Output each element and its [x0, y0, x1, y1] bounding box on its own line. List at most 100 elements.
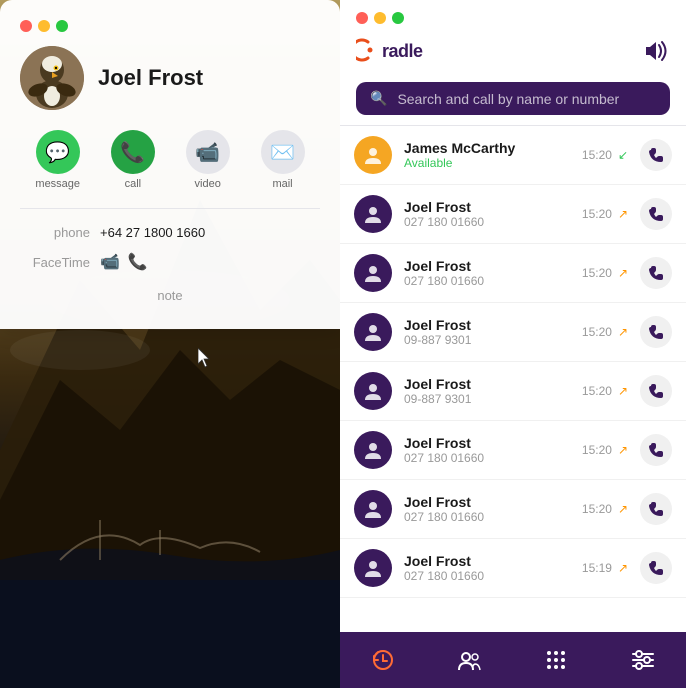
call-label: call [125, 178, 142, 190]
right-maximize-button[interactable] [392, 12, 404, 24]
call-list-item[interactable]: Joel Frost 027 180 01660 15:20 ↗ [340, 421, 686, 480]
call-direction-icon: ↗ [618, 266, 628, 280]
caller-sub: 027 180 01660 [404, 451, 570, 465]
call-action-button[interactable] [640, 552, 672, 584]
call-action-button[interactable] [640, 493, 672, 525]
phone-value[interactable]: +64 27 1800 1660 [100, 225, 205, 240]
call-time: 15:20 [582, 502, 612, 516]
volume-icon[interactable] [642, 40, 670, 67]
caller-sub: 09-887 9301 [404, 392, 570, 406]
maximize-button[interactable] [56, 20, 68, 32]
call-time: 15:20 [582, 443, 612, 457]
call-action-button[interactable] [640, 434, 672, 466]
mail-label: mail [272, 178, 292, 190]
nav-dialpad[interactable] [534, 638, 578, 682]
contact-header: Joel Frost [20, 46, 320, 110]
call-meta: 15:20 ↗ [582, 384, 628, 398]
close-button[interactable] [20, 20, 32, 32]
facetime-video-icon[interactable]: 📹 [100, 252, 120, 272]
search-icon: 🔍 [370, 90, 387, 107]
caller-sub: 027 180 01660 [404, 510, 570, 524]
left-panel: Joel Frost 💬 message 📞 call 📹 video ✉️ m… [0, 0, 340, 688]
call-list-item[interactable]: Joel Frost 027 180 01660 15:20 ↗ [340, 244, 686, 303]
message-button[interactable]: 💬 message [35, 130, 80, 190]
call-info: Joel Frost 027 180 01660 [404, 494, 570, 524]
call-list-item[interactable]: Joel Frost 027 180 01660 15:19 ↗ [340, 539, 686, 598]
mail-button[interactable]: ✉️ mail [261, 130, 305, 190]
call-time: 15:20 [582, 384, 612, 398]
call-meta: 15:20 ↗ [582, 207, 628, 221]
call-button[interactable]: 📞 call [111, 130, 155, 190]
call-direction-icon: ↗ [618, 207, 628, 221]
call-direction-icon: ↗ [618, 325, 628, 339]
call-meta: 15:19 ↗ [582, 561, 628, 575]
video-button[interactable]: 📹 video [186, 130, 230, 190]
call-list-item[interactable]: Joel Frost 09-887 9301 15:20 ↗ [340, 362, 686, 421]
list-avatar [354, 136, 392, 174]
caller-sub: Available [404, 156, 570, 170]
contact-card: Joel Frost 💬 message 📞 call 📹 video ✉️ m… [0, 0, 340, 329]
right-window-controls [356, 12, 670, 24]
call-list: James McCarthy Available 15:20 ↙ Joel Fr… [340, 126, 686, 632]
call-action-button[interactable] [640, 257, 672, 289]
caller-sub: 027 180 01660 [404, 274, 570, 288]
caller-sub: 027 180 01660 [404, 215, 570, 229]
mail-icon: ✉️ [261, 130, 305, 174]
call-info: Joel Frost 027 180 01660 [404, 199, 570, 229]
call-list-item[interactable]: James McCarthy Available 15:20 ↙ [340, 126, 686, 185]
window-controls [20, 20, 320, 32]
call-meta: 15:20 ↗ [582, 502, 628, 516]
call-list-item[interactable]: Joel Frost 09-887 9301 15:20 ↗ [340, 303, 686, 362]
call-action-button[interactable] [640, 375, 672, 407]
call-info: James McCarthy Available [404, 140, 570, 170]
bottom-nav [340, 632, 686, 688]
phone-row: phone +64 27 1800 1660 [20, 219, 320, 246]
call-time: 15:20 [582, 325, 612, 339]
caller-name: Joel Frost [404, 376, 570, 392]
right-close-button[interactable] [356, 12, 368, 24]
right-minimize-button[interactable] [374, 12, 386, 24]
caller-name: James McCarthy [404, 140, 570, 156]
note-label: note [20, 284, 320, 307]
call-icon: 📞 [111, 130, 155, 174]
caller-name: Joel Frost [404, 258, 570, 274]
action-buttons: 💬 message 📞 call 📹 video ✉️ mail [20, 130, 320, 190]
call-time: 15:20 [582, 148, 612, 162]
nav-settings[interactable] [621, 638, 665, 682]
call-info: Joel Frost 09-887 9301 [404, 317, 570, 347]
facetime-icons: 📹 📞 [100, 252, 148, 272]
call-meta: 15:20 ↗ [582, 266, 628, 280]
call-action-button[interactable] [640, 198, 672, 230]
call-action-button[interactable] [640, 139, 672, 171]
right-header: radle 🔍 Search and call by name or numbe… [340, 0, 686, 126]
search-bar[interactable]: 🔍 Search and call by name or number [356, 82, 670, 115]
contact-details: phone +64 27 1800 1660 FaceTime 📹 📞 note [20, 208, 320, 313]
list-avatar [354, 490, 392, 528]
caller-sub: 09-887 9301 [404, 333, 570, 347]
call-time: 15:20 [582, 207, 612, 221]
list-avatar [354, 195, 392, 233]
call-meta: 15:20 ↗ [582, 325, 628, 339]
nav-contacts[interactable] [448, 638, 492, 682]
call-direction-icon: ↗ [618, 443, 628, 457]
call-action-button[interactable] [640, 316, 672, 348]
call-direction-icon: ↙ [618, 148, 628, 162]
caller-sub: 027 180 01660 [404, 569, 570, 583]
list-avatar [354, 431, 392, 469]
call-direction-icon: ↗ [618, 502, 628, 516]
list-avatar [354, 372, 392, 410]
call-info: Joel Frost 09-887 9301 [404, 376, 570, 406]
minimize-button[interactable] [38, 20, 50, 32]
facetime-label: FaceTime [20, 255, 90, 270]
call-meta: 15:20 ↗ [582, 443, 628, 457]
list-avatar [354, 254, 392, 292]
nav-history[interactable] [361, 638, 405, 682]
call-list-item[interactable]: Joel Frost 027 180 01660 15:20 ↗ [340, 480, 686, 539]
avatar [20, 46, 84, 110]
call-info: Joel Frost 027 180 01660 [404, 258, 570, 288]
call-direction-icon: ↗ [618, 384, 628, 398]
call-time: 15:20 [582, 266, 612, 280]
facetime-audio-icon[interactable]: 📞 [128, 252, 148, 272]
list-avatar [354, 313, 392, 351]
call-list-item[interactable]: Joel Frost 027 180 01660 15:20 ↗ [340, 185, 686, 244]
